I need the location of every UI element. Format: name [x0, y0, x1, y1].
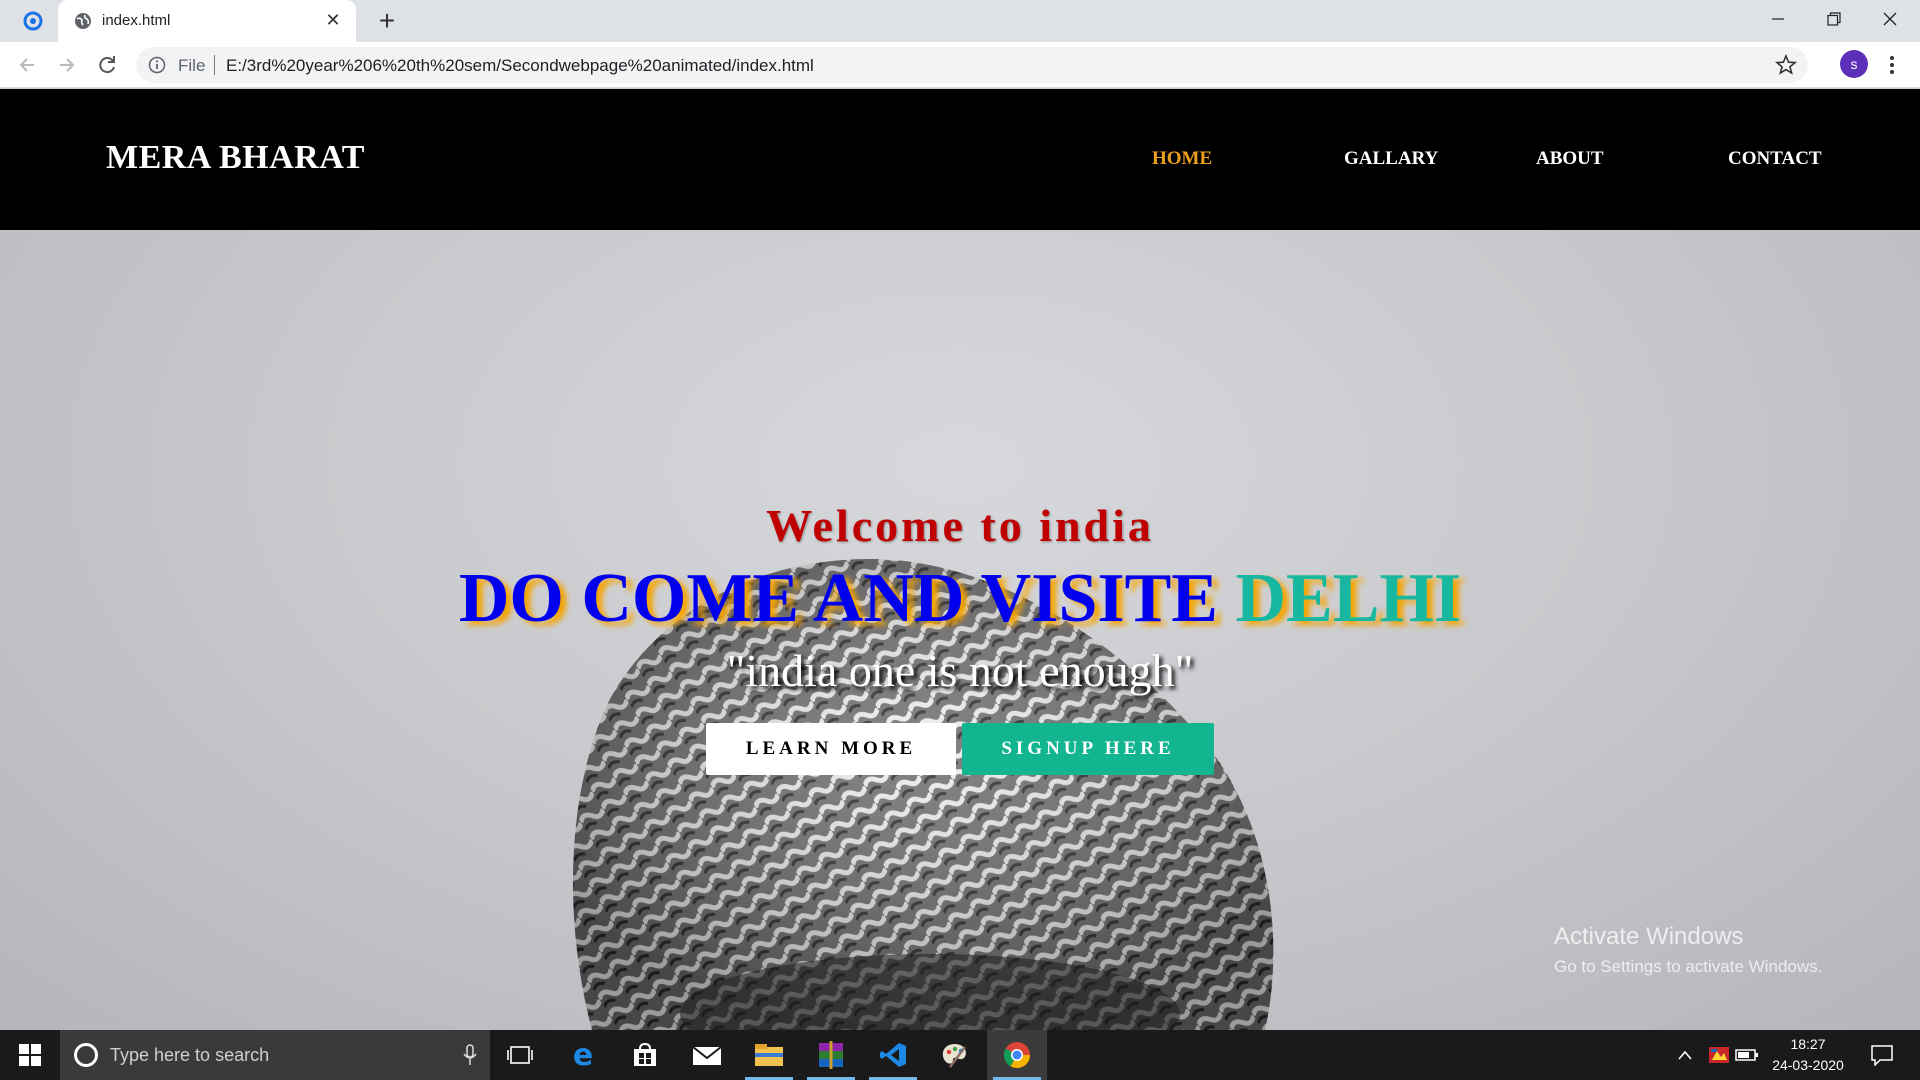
file-explorer-icon[interactable]: [739, 1030, 799, 1080]
battery-icon[interactable]: [1722, 1030, 1772, 1080]
watermark-title: Activate Windows: [1554, 923, 1744, 950]
chrome-icon[interactable]: [987, 1030, 1047, 1080]
main-headline: DO COME AND VISITE DELHI: [0, 559, 1920, 639]
new-tab-button[interactable]: +: [372, 6, 402, 36]
chrome-tab-search-icon[interactable]: [22, 10, 44, 32]
info-icon[interactable]: [148, 56, 166, 74]
store-icon[interactable]: [615, 1030, 675, 1080]
url-text[interactable]: E:/3rd%20year%206%20th%20sem/Secondwebpa…: [226, 56, 814, 76]
paint-icon[interactable]: [925, 1030, 985, 1080]
hero-section: Welcome to india DO COME AND VISITE DELH…: [0, 89, 1920, 1030]
forward-arrow-icon[interactable]: [52, 50, 82, 80]
close-tab-icon[interactable]: ✕: [320, 7, 346, 33]
more-menu-icon[interactable]: [1880, 50, 1904, 80]
activate-windows-watermark: Activate Windows Go to Settings to activ…: [1554, 923, 1822, 977]
headline-accent-text: DELHI: [1235, 560, 1462, 637]
watermark-subtitle: Go to Settings to activate Windows.: [1554, 957, 1823, 976]
mail-icon[interactable]: [677, 1030, 737, 1080]
minimize-icon[interactable]: [1750, 0, 1806, 38]
browser-tab[interactable]: index.html ✕: [58, 0, 356, 42]
vscode-icon[interactable]: [863, 1030, 923, 1080]
url-scheme-label: File: [178, 56, 206, 75]
learn-more-button[interactable]: LEARN MORE: [706, 723, 956, 775]
tab-title: index.html: [102, 12, 171, 29]
headline-main-text: DO COME AND VISITE: [458, 560, 1236, 637]
address-bar[interactable]: File E:/3rd%20year%206%20th%20sem/Second…: [136, 47, 1808, 83]
back-arrow-icon[interactable]: [12, 50, 42, 80]
search-placeholder: Type here to search: [110, 1045, 270, 1065]
clock-time: 18:27: [1790, 1036, 1826, 1052]
svg-text:e: e: [573, 1041, 593, 1069]
restore-icon[interactable]: [1806, 0, 1862, 38]
welcome-heading: Welcome to india: [766, 500, 1154, 551]
browser-toolbar: File E:/3rd%20year%206%20th%20sem/Second…: [0, 42, 1920, 88]
page-viewport: MERA BHARAT HOME GALLARY ABOUT CONTACT W…: [0, 89, 1920, 1030]
hero-tagline: "india one is not enough": [726, 645, 1194, 696]
reload-icon[interactable]: [92, 50, 122, 80]
notifications-icon[interactable]: [1852, 1030, 1912, 1080]
edge-icon[interactable]: e: [553, 1030, 613, 1080]
globe-icon: [74, 12, 92, 30]
winrar-icon[interactable]: [801, 1030, 861, 1080]
profile-avatar[interactable]: s: [1840, 50, 1868, 78]
signup-button[interactable]: SIGNUP HERE: [962, 723, 1214, 775]
cortana-icon: [74, 1043, 98, 1067]
task-view-icon[interactable]: [490, 1030, 550, 1080]
windows-taskbar: Type here to search e 18:27 24-03-2020: [0, 1030, 1920, 1080]
system-clock[interactable]: 18:27 24-03-2020: [1768, 1034, 1848, 1076]
microphone-icon[interactable]: [462, 1044, 478, 1066]
tab-strip: index.html ✕ +: [0, 0, 1920, 42]
windows-start-icon[interactable]: [0, 1030, 60, 1080]
omnibox-divider: [214, 55, 215, 75]
close-window-icon[interactable]: [1862, 0, 1918, 38]
clock-date: 24-03-2020: [1772, 1057, 1844, 1073]
taskbar-search-box[interactable]: Type here to search: [60, 1030, 490, 1080]
bookmark-star-icon[interactable]: [1774, 53, 1798, 77]
